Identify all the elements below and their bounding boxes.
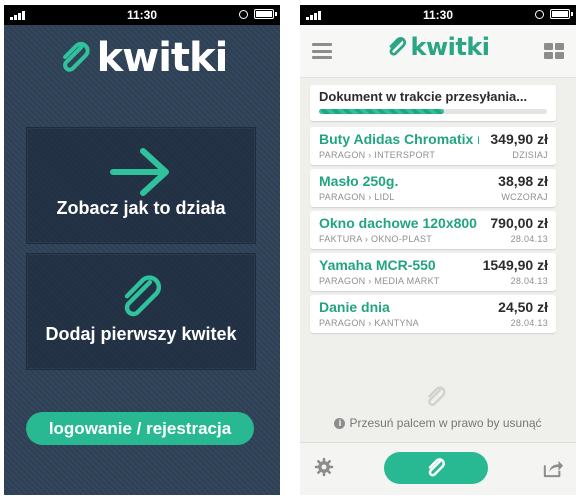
receipt-meta: PARAGON › MEDIA MARKT xyxy=(319,276,440,286)
receipt-store: OKNO-PLAST xyxy=(371,234,433,244)
receipt-type: PARAGON xyxy=(319,276,366,286)
receipt-item[interactable]: Danie dnia 24,50 zł PARAGON › KANTYNA 28… xyxy=(310,295,556,333)
logo-text: kwitki xyxy=(96,35,229,81)
receipt-date: DZISIAJ xyxy=(512,150,548,160)
clock-icon xyxy=(535,9,544,19)
upload-progress-bar xyxy=(319,109,547,114)
receipts-screen: 11:30 kwitki Dokument w trakcie przesyła… xyxy=(300,5,576,495)
receipt-meta: FAKTURA › OKNO-PLAST xyxy=(319,234,433,244)
gear-icon[interactable] xyxy=(314,457,334,477)
paperclip-icon xyxy=(428,458,445,477)
battery-icon xyxy=(550,9,573,19)
paperclip-logo-icon xyxy=(390,37,407,56)
receipt-item[interactable]: Buty Adidas Chromatix r... 349,90 zł PAR… xyxy=(310,127,556,165)
share-icon[interactable] xyxy=(542,458,564,478)
receipt-name: Yamaha MCR-550 xyxy=(319,257,436,273)
receipt-name: Buty Adidas Chromatix r... xyxy=(319,131,479,147)
arrow-right-icon xyxy=(110,148,169,196)
add-first-receipt-card[interactable]: Dodaj pierwszy kwitek xyxy=(26,253,256,370)
receipt-item[interactable]: Okno dachowe 120x800 790,00 zł FAKTURA ›… xyxy=(310,211,556,249)
receipt-store: LIDL xyxy=(374,192,395,202)
receipt-amount: 24,50 zł xyxy=(498,299,548,315)
add-first-receipt-label: Dodaj pierwszy kwitek xyxy=(45,324,237,344)
receipt-type: PARAGON xyxy=(319,192,366,202)
logo-text: kwitki xyxy=(410,33,490,61)
receipt-item[interactable]: Masło 250g. 38,98 zł PARAGON › LIDL WCZO… xyxy=(310,169,556,207)
upload-status-card: Dokument w trakcie przesyłania... xyxy=(310,85,556,121)
add-receipt-button[interactable] xyxy=(384,452,488,484)
receipt-store: INTERSPORT xyxy=(374,150,436,160)
receipt-amount: 349,90 zł xyxy=(490,131,548,147)
receipt-meta: PARAGON › KANTYNA xyxy=(319,318,419,328)
swipe-hint-text: Przesuń palcem w prawo by usunąć xyxy=(349,416,542,430)
receipt-date: WCZORAJ xyxy=(501,192,548,202)
upload-progress-fill xyxy=(319,109,445,114)
how-it-works-card[interactable]: Zobacz jak to działa xyxy=(26,127,256,244)
receipt-date: 28.04.13 xyxy=(510,234,548,244)
paperclip-logo-icon xyxy=(62,41,90,72)
clock-icon xyxy=(239,9,248,19)
login-register-button[interactable]: logowanie / rejestracja xyxy=(26,412,254,445)
receipt-store: MEDIA MARKT xyxy=(374,276,440,286)
battery-icon xyxy=(254,9,277,19)
receipt-item[interactable]: Yamaha MCR-550 1549,90 zł PARAGON › MEDI… xyxy=(310,253,556,291)
paperclip-icon xyxy=(124,275,162,317)
receipt-date: 28.04.13 xyxy=(510,276,548,286)
receipt-meta: PARAGON › INTERSPORT xyxy=(319,150,436,160)
app-logo: kwitki xyxy=(4,35,280,81)
receipt-meta: PARAGON › LIDL xyxy=(319,192,395,202)
status-bar: 11:30 xyxy=(4,5,280,25)
receipt-amount: 38,98 zł xyxy=(498,173,548,189)
receipt-type: PARAGON xyxy=(319,150,366,160)
swipe-hint: i Przesuń palcem w prawo by usunąć xyxy=(300,416,576,430)
top-bar: kwitki xyxy=(300,25,576,78)
how-it-works-label: Zobacz jak to działa xyxy=(56,198,226,218)
grid-icon[interactable] xyxy=(544,43,564,59)
receipt-name: Danie dnia xyxy=(319,299,390,315)
upload-status-text: Dokument w trakcie przesyłania... xyxy=(319,89,528,104)
paperclip-watermark-icon xyxy=(428,386,446,406)
receipt-type: FAKTURA xyxy=(319,234,363,244)
bottom-bar xyxy=(300,442,576,495)
receipt-name: Okno dachowe 120x800 xyxy=(319,215,477,231)
welcome-screen: 11:30 kwitki Zobacz jak to działa Dodaj … xyxy=(4,5,280,495)
receipt-store: KANTYNA xyxy=(374,318,419,328)
app-logo: kwitki xyxy=(300,33,576,61)
status-bar: 11:30 xyxy=(300,5,576,25)
receipt-name: Masło 250g. xyxy=(319,173,399,189)
info-icon: i xyxy=(334,418,346,429)
receipt-amount: 790,00 zł xyxy=(490,215,548,231)
receipt-date: 28.04.13 xyxy=(510,318,548,328)
receipt-type: PARAGON xyxy=(319,318,366,328)
receipt-amount: 1549,90 zł xyxy=(482,257,548,273)
